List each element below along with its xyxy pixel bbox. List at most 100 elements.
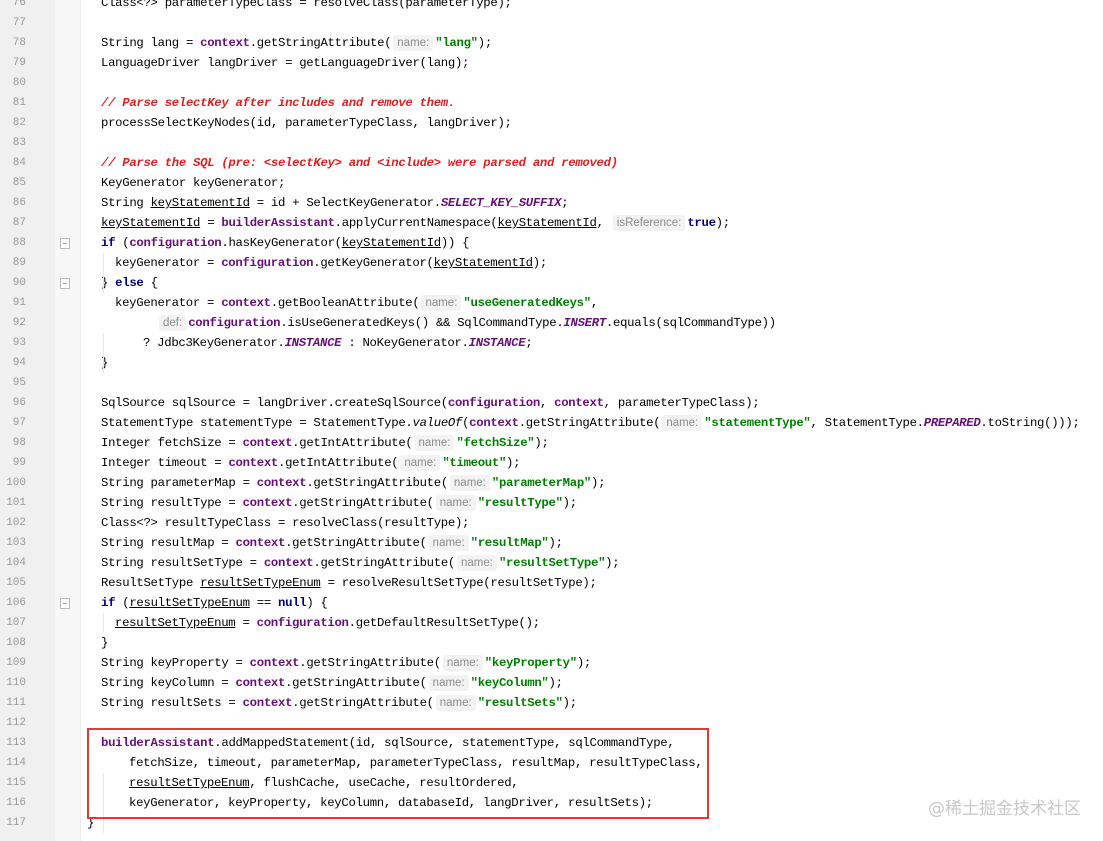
line-number: 98 xyxy=(12,437,26,449)
line-number: 95 xyxy=(12,377,26,389)
line-number: 108 xyxy=(6,637,26,649)
code-token: String resultSetType = xyxy=(101,556,264,570)
code-token: keyGenerator = xyxy=(115,296,222,310)
line-number: 87 xyxy=(12,217,26,229)
code-line[interactable]: 105 ResultSetType resultSetTypeEnum = res… xyxy=(0,573,1103,593)
code-line[interactable]: 88 if (configuration.hasKeyGenerator(keyS… xyxy=(0,233,1103,253)
code-line[interactable]: 89 keyGenerator = configuration.getKeyGen… xyxy=(0,253,1103,273)
code-token: { xyxy=(143,276,158,290)
code-line[interactable]: 100 String parameterMap = context.getStri… xyxy=(0,473,1103,493)
line-number: 84 xyxy=(12,157,26,169)
line-number: 83 xyxy=(12,137,26,149)
code-token: } xyxy=(101,636,109,650)
code-token: .getStringAttribute( xyxy=(313,556,455,570)
code-line[interactable]: 111 String resultSets = context.getString… xyxy=(0,693,1103,713)
code-token: "keyProperty" xyxy=(484,656,577,670)
code-line[interactable]: 109 String keyProperty = context.getStrin… xyxy=(0,653,1103,673)
code-token: Integer timeout = xyxy=(101,456,229,470)
parameter-hint: name: xyxy=(428,535,469,551)
code-text: ? Jdbc3KeyGenerator.INSTANCE : NoKeyGene… xyxy=(143,333,533,353)
code-token: resultSetTypeEnum xyxy=(115,616,236,630)
code-line[interactable]: 92 def: configuration.isUseGeneratedKeys()… xyxy=(0,313,1103,333)
code-text: } else { xyxy=(101,273,158,293)
code-line[interactable]: 83 xyxy=(0,133,1103,153)
code-line[interactable]: 86 String keyStatementId = id + SelectKey… xyxy=(0,193,1103,213)
code-line[interactable]: 84 // Parse the SQL (pre: <selectKey> and… xyxy=(0,153,1103,173)
parameter-hint: name: xyxy=(456,555,497,571)
line-number: 113 xyxy=(6,737,26,749)
code-line[interactable]: 76 Class<?> parameterTypeClass = resolveC… xyxy=(0,0,1103,13)
code-token: SELECT_KEY_SUFFIX xyxy=(440,196,562,210)
code-line[interactable]: 95 xyxy=(0,373,1103,393)
code-line[interactable]: 104 String resultSetType = context.getStr… xyxy=(0,553,1103,573)
code-line[interactable]: 99 Integer timeout = context.getIntAttrib… xyxy=(0,453,1103,473)
code-token: keyStatementId xyxy=(150,196,250,210)
code-line[interactable]: 108} xyxy=(0,633,1103,653)
code-token: PREPARED xyxy=(923,416,981,430)
code-token: context xyxy=(256,476,307,490)
code-token: ) { xyxy=(306,596,328,610)
code-token: == xyxy=(249,596,279,610)
code-token: context xyxy=(263,556,314,570)
line-number: 99 xyxy=(12,457,26,469)
fold-toggle-icon[interactable] xyxy=(60,598,70,609)
code-token: ); xyxy=(534,436,549,450)
line-number: 104 xyxy=(6,557,26,569)
code-line[interactable]: 77 xyxy=(0,13,1103,33)
code-token: ); xyxy=(506,456,521,470)
line-number: 97 xyxy=(12,417,26,429)
code-token: context xyxy=(242,696,293,710)
code-token: .getStringAttribute( xyxy=(299,656,441,670)
code-line[interactable]: 97 StatementType statementType = Statemen… xyxy=(0,413,1103,433)
code-token: , xyxy=(539,396,555,410)
code-token: .hasKeyGenerator( xyxy=(221,236,342,250)
code-line[interactable]: 93 ? Jdbc3KeyGenerator.INSTANCE : NoKeyGe… xyxy=(0,333,1103,353)
code-line[interactable]: 96 SqlSource sqlSource = langDriver.creat… xyxy=(0,393,1103,413)
code-token: .getBooleanAttribute( xyxy=(270,296,420,310)
parameter-hint: name: xyxy=(428,675,469,691)
code-line[interactable]: 103 String resultMap = context.getStringA… xyxy=(0,533,1103,553)
code-token: String resultSets = xyxy=(101,696,243,710)
code-token: ; xyxy=(561,196,569,210)
code-line[interactable]: 106 if (resultSetTypeEnum == null) { xyxy=(0,593,1103,613)
line-number: 94 xyxy=(12,357,26,369)
code-text: StatementType statementType = StatementT… xyxy=(101,413,1080,433)
code-token: ); xyxy=(562,696,577,710)
code-token: INSTANCE xyxy=(468,336,526,350)
code-line[interactable]: 82 processSelectKeyNodes(id, parameterTyp… xyxy=(0,113,1103,133)
code-line[interactable]: 91 keyGenerator = context.getBooleanAttri… xyxy=(0,293,1103,313)
code-token: ); xyxy=(562,496,577,510)
code-line[interactable]: 94} xyxy=(0,353,1103,373)
fold-toggle-icon[interactable] xyxy=(60,278,70,289)
code-line[interactable]: 87 keyStatementId = builderAssistant.appl… xyxy=(0,213,1103,233)
code-line[interactable]: 102 Class<?> resultTypeClass = resolveCla… xyxy=(0,513,1103,533)
fold-toggle-icon[interactable] xyxy=(60,238,70,249)
code-token: if xyxy=(101,236,116,250)
code-editor[interactable]: 76 Class<?> parameterTypeClass = resolveC… xyxy=(0,0,1103,841)
code-token: : NoKeyGenerator. xyxy=(341,336,469,350)
code-token: "resultType" xyxy=(477,496,563,510)
code-text: Class<?> parameterTypeClass = resolveCla… xyxy=(101,0,512,13)
code-line[interactable]: 107 resultSetTypeEnum = configuration.get… xyxy=(0,613,1103,633)
code-line[interactable]: 78 String lang = context.getStringAttribu… xyxy=(0,33,1103,53)
parameter-hint: name: xyxy=(414,435,455,451)
code-line[interactable]: 81 // Parse selectKey after includes and … xyxy=(0,93,1103,113)
code-line[interactable]: 110 String keyColumn = context.getStringA… xyxy=(0,673,1103,693)
code-line[interactable]: 79 LanguageDriver langDriver = getLanguag… xyxy=(0,53,1103,73)
code-token: ); xyxy=(548,536,563,550)
code-token: configuration xyxy=(188,316,281,330)
code-line[interactable]: 85 KeyGenerator keyGenerator; xyxy=(0,173,1103,193)
code-token: .getIntAttribute( xyxy=(292,436,413,450)
code-line[interactable]: 90} else { xyxy=(0,273,1103,293)
code-line[interactable]: 98 Integer fetchSize = context.getIntAttr… xyxy=(0,433,1103,453)
line-number: 103 xyxy=(6,537,26,549)
line-number: 96 xyxy=(12,397,26,409)
line-number: 93 xyxy=(12,337,26,349)
code-text: if (resultSetTypeEnum == null) { xyxy=(101,593,328,613)
code-text: KeyGenerator keyGenerator; xyxy=(101,173,285,193)
code-line[interactable]: 101 String resultType = context.getString… xyxy=(0,493,1103,513)
line-number: 80 xyxy=(12,77,26,89)
code-token: "parameterMap" xyxy=(491,476,591,490)
code-line[interactable]: 80 xyxy=(0,73,1103,93)
code-token: "keyColumn" xyxy=(470,676,549,690)
